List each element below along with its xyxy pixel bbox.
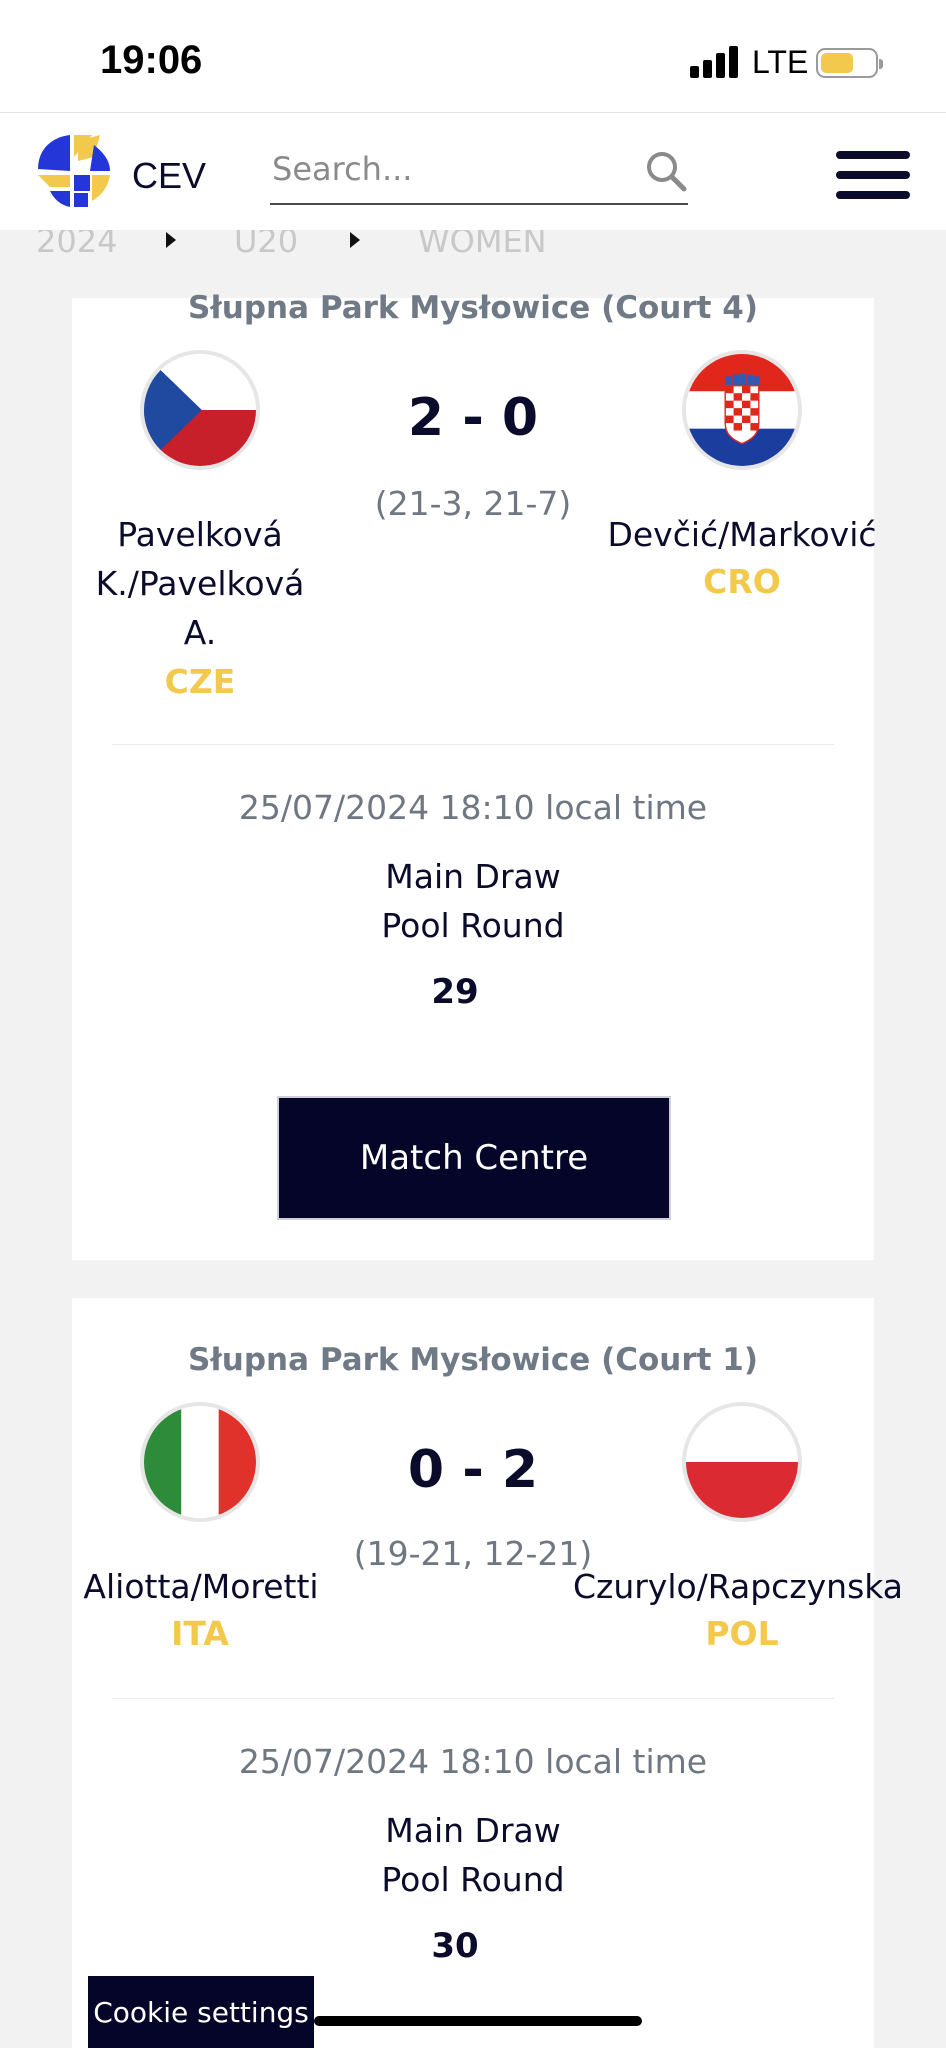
away-team-name-line: Czurylo/Rapczynska: [572, 1567, 904, 1606]
site-header: CEV: [0, 112, 946, 230]
breadcrumb-arrow-icon: [350, 232, 360, 248]
match-number: 30: [431, 1926, 479, 1966]
divider: [112, 1698, 834, 1699]
network-type: LTE: [752, 44, 809, 80]
battery-icon: [816, 48, 883, 78]
home-team-name: Aliotta/Moretti: [56, 1562, 346, 1611]
home-country-code: CZE: [164, 662, 236, 701]
venue-name: Słupna Park Mysłowice (Court 1): [187, 1342, 759, 1378]
status-bar: 19:06 LTE: [0, 0, 946, 112]
hamburger-menu-icon[interactable]: [836, 151, 910, 199]
breadcrumb-arrow-icon: [166, 232, 176, 248]
away-country-code: POL: [705, 1614, 779, 1653]
search-icon[interactable]: [644, 149, 688, 193]
round-line: Pool Round: [381, 906, 565, 945]
away-country-code: CRO: [703, 562, 781, 601]
match-score: 0 - 2: [407, 1440, 539, 1500]
search-input[interactable]: [270, 135, 688, 205]
round-line: Pool Round: [381, 1860, 565, 1899]
home-team-name-line: K./Pavelková: [95, 564, 305, 603]
match-score: 2 - 0: [407, 388, 539, 448]
brand-name[interactable]: CEV: [132, 155, 206, 197]
match-number: 29: [431, 972, 479, 1012]
home-indicator[interactable]: [314, 2016, 642, 2026]
home-team-name-line: Pavelková: [117, 515, 283, 554]
round-line: Main Draw: [385, 857, 561, 896]
signal-strength-icon: [690, 46, 738, 78]
divider: [112, 744, 834, 745]
match-centre-button[interactable]: Match Centre: [277, 1096, 671, 1220]
match-round: Main Draw Pool Round: [72, 852, 874, 950]
match-round: Main Draw Pool Round: [72, 1806, 874, 1904]
away-team-name-line: Devčić/Marković: [607, 515, 877, 554]
home-country-code: ITA: [171, 1614, 229, 1653]
match-datetime: 25/07/2024 18:10 local time: [238, 788, 708, 827]
cookie-settings-button[interactable]: Cookie settings: [88, 1976, 314, 2048]
away-team-name: Czurylo/Rapczynska: [568, 1562, 908, 1611]
status-time: 19:06: [100, 38, 203, 82]
away-team-name: Devčić/Marković: [592, 510, 892, 559]
match-card: Słupna Park Mysłowice (Court 4) 2 - 0 (2…: [72, 290, 877, 1260]
match-datetime: 25/07/2024 18:10 local time: [238, 1742, 708, 1781]
cev-logo-icon[interactable]: [34, 131, 114, 211]
home-team-name: Pavelková K./Pavelková A.: [72, 510, 328, 657]
match-card: Słupna Park Mysłowice (Court 1) 0 - 2 (1…: [72, 1298, 903, 2048]
round-line: Main Draw: [385, 1811, 561, 1850]
home-team-name-line: Aliotta/Moretti: [83, 1567, 319, 1606]
home-team-name-line: A.: [183, 613, 217, 652]
venue-name: Słupna Park Mysłowice (Court 4): [187, 290, 759, 326]
